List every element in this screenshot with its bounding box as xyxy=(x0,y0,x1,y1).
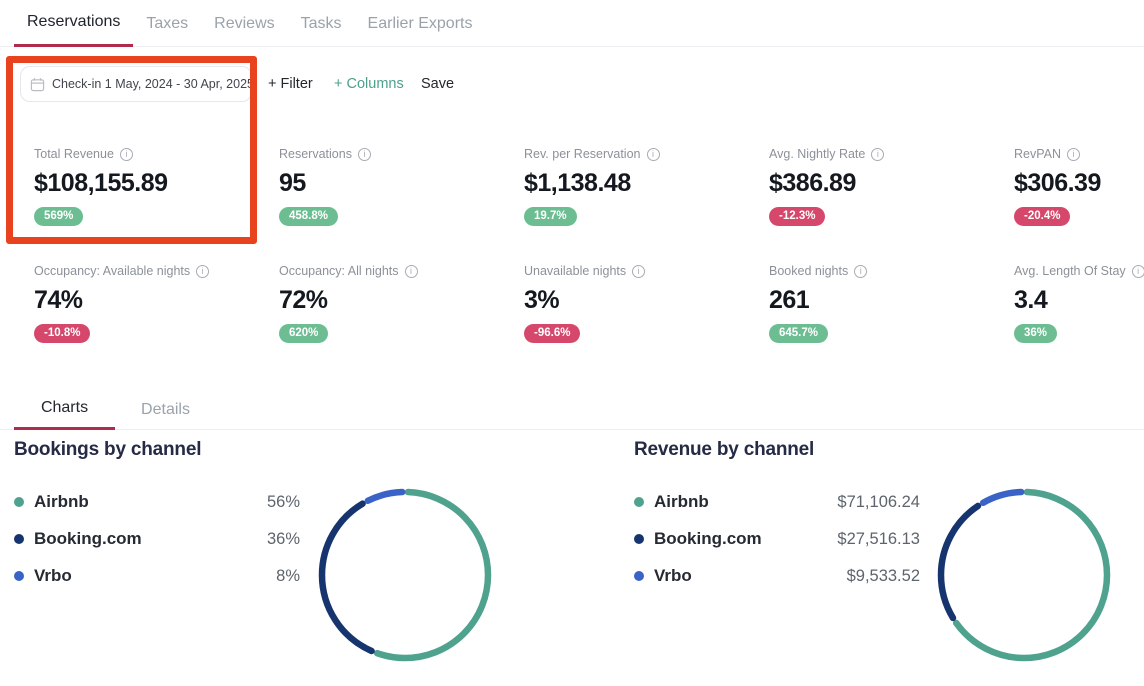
kpi-change-badge: -12.3% xyxy=(769,207,825,226)
legend-value: $27,516.13 xyxy=(837,530,920,549)
kpi-value: $386.89 xyxy=(769,168,1014,198)
info-icon[interactable] xyxy=(632,265,645,278)
legend-value: 8% xyxy=(276,567,300,586)
kpi-change-badge: 569% xyxy=(34,207,83,226)
kpi-change-badge: 645.7% xyxy=(769,324,828,343)
kpi-booked-nights: Booked nights 261 645.7% xyxy=(769,264,1014,381)
kpi-occupancy-available-nights: Occupancy: Available nights 74% -10.8% xyxy=(34,264,279,381)
info-icon[interactable] xyxy=(358,148,371,161)
legend-label: Vrbo xyxy=(34,566,276,586)
kpi-value: 72% xyxy=(279,285,524,315)
bookings-donut-chart[interactable] xyxy=(315,485,495,665)
legend-dot xyxy=(634,497,644,507)
legend-item-vrbo: Vrbo 8% xyxy=(14,564,300,588)
kpi-rev-per-reservation: Rev. per Reservation $1,138.48 19.7% xyxy=(524,147,769,264)
kpi-change-badge: 458.8% xyxy=(279,207,338,226)
save-button[interactable]: Save xyxy=(421,66,454,102)
legend-label: Vrbo xyxy=(654,566,847,586)
info-icon[interactable] xyxy=(854,265,867,278)
kpi-label: Unavailable nights xyxy=(524,264,626,278)
tab-charts[interactable]: Charts xyxy=(14,389,115,430)
kpi-change-badge: -10.8% xyxy=(34,324,90,343)
tab-reviews[interactable]: Reviews xyxy=(201,0,287,47)
calendar-icon xyxy=(30,77,45,92)
kpi-label: Reservations xyxy=(279,147,352,161)
bookings-legend: Airbnb 56% Booking.com 36% Vrbo 8% xyxy=(14,490,300,601)
kpi-label: Avg. Length Of Stay xyxy=(1014,264,1126,278)
bookings-by-channel-title: Bookings by channel xyxy=(14,439,201,461)
kpi-avg-nightly-rate: Avg. Nightly Rate $386.89 -12.3% xyxy=(769,147,1014,264)
kpi-revpan: RevPAN $306.39 -20.4% xyxy=(1014,147,1144,264)
info-icon[interactable] xyxy=(871,148,884,161)
legend-dot xyxy=(634,571,644,581)
revenue-by-channel-title: Revenue by channel xyxy=(634,439,814,461)
info-icon[interactable] xyxy=(196,265,209,278)
legend-item-vrbo: Vrbo $9,533.52 xyxy=(634,564,920,588)
reservations-dashboard: Reservations Taxes Reviews Tasks Earlier… xyxy=(0,0,1144,686)
revenue-donut-chart[interactable] xyxy=(934,485,1114,665)
legend-item-airbnb: Airbnb 56% xyxy=(14,490,300,514)
kpi-value: 261 xyxy=(769,285,1014,315)
kpi-value: 74% xyxy=(34,285,279,315)
kpi-value: 3% xyxy=(524,285,769,315)
add-filter-button[interactable]: + Filter xyxy=(268,66,313,102)
kpi-grid: Total Revenue $108,155.89 569% Reservati… xyxy=(34,147,1144,381)
top-tab-bar: Reservations Taxes Reviews Tasks Earlier… xyxy=(0,0,1144,47)
kpi-value: 95 xyxy=(279,168,524,198)
tab-tasks[interactable]: Tasks xyxy=(288,0,355,47)
legend-dot xyxy=(14,497,24,507)
tab-earlier-exports[interactable]: Earlier Exports xyxy=(355,0,486,47)
kpi-total-revenue: Total Revenue $108,155.89 569% xyxy=(34,147,279,264)
kpi-label: Rev. per Reservation xyxy=(524,147,641,161)
legend-item-airbnb: Airbnb $71,106.24 xyxy=(634,490,920,514)
legend-item-booking-com: Booking.com $27,516.13 xyxy=(634,527,920,551)
kpi-label: Avg. Nightly Rate xyxy=(769,147,865,161)
kpi-value: 3.4 xyxy=(1014,285,1144,315)
kpi-avg-length-of-stay: Avg. Length Of Stay 3.4 36% xyxy=(1014,264,1144,381)
kpi-change-badge: -20.4% xyxy=(1014,207,1070,226)
info-icon[interactable] xyxy=(120,148,133,161)
legend-value: $9,533.52 xyxy=(847,567,920,586)
kpi-occupancy-all-nights: Occupancy: All nights 72% 620% xyxy=(279,264,524,381)
charts-details-tab-bar: Charts Details xyxy=(0,389,1144,430)
info-icon[interactable] xyxy=(647,148,660,161)
legend-item-booking-com: Booking.com 36% xyxy=(14,527,300,551)
legend-label: Booking.com xyxy=(654,529,837,549)
info-icon[interactable] xyxy=(1132,265,1144,278)
legend-label: Airbnb xyxy=(34,492,267,512)
kpi-change-badge: 36% xyxy=(1014,324,1057,343)
date-range-value: Check-in 1 May, 2024 - 30 Apr, 2025 xyxy=(52,77,254,91)
tab-details[interactable]: Details xyxy=(115,389,216,430)
tab-taxes[interactable]: Taxes xyxy=(133,0,201,47)
kpi-label: Booked nights xyxy=(769,264,848,278)
kpi-label: RevPAN xyxy=(1014,147,1061,161)
kpi-unavailable-nights: Unavailable nights 3% -96.6% xyxy=(524,264,769,381)
revenue-legend: Airbnb $71,106.24 Booking.com $27,516.13… xyxy=(634,490,920,601)
tab-reservations[interactable]: Reservations xyxy=(14,0,133,47)
kpi-change-badge: 19.7% xyxy=(524,207,577,226)
kpi-value: $1,138.48 xyxy=(524,168,769,198)
kpi-label: Total Revenue xyxy=(34,147,114,161)
add-columns-button[interactable]: + Columns xyxy=(334,66,404,102)
kpi-reservations: Reservations 95 458.8% xyxy=(279,147,524,264)
legend-value: $71,106.24 xyxy=(837,493,920,512)
info-icon[interactable] xyxy=(1067,148,1080,161)
info-icon[interactable] xyxy=(405,265,418,278)
kpi-change-badge: 620% xyxy=(279,324,328,343)
kpi-value: $108,155.89 xyxy=(34,168,279,198)
kpi-label: Occupancy: All nights xyxy=(279,264,399,278)
kpi-change-badge: -96.6% xyxy=(524,324,580,343)
legend-dot xyxy=(14,534,24,544)
legend-label: Booking.com xyxy=(34,529,267,549)
legend-value: 56% xyxy=(267,493,300,512)
date-range-input[interactable]: Check-in 1 May, 2024 - 30 Apr, 2025 xyxy=(20,66,252,102)
kpi-value: $306.39 xyxy=(1014,168,1144,198)
legend-label: Airbnb xyxy=(654,492,837,512)
kpi-label: Occupancy: Available nights xyxy=(34,264,190,278)
legend-dot xyxy=(634,534,644,544)
legend-value: 36% xyxy=(267,530,300,549)
legend-dot xyxy=(14,571,24,581)
